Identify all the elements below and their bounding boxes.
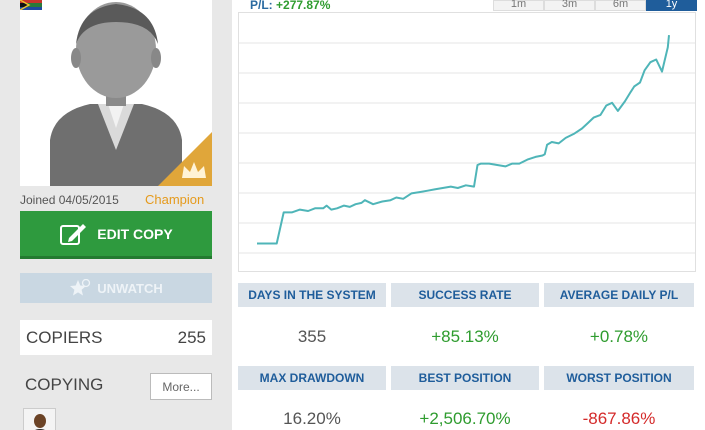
unwatch-button[interactable]: UNWATCH bbox=[20, 273, 212, 303]
best-position-value: +2,506.70% bbox=[419, 409, 511, 428]
performance-chart bbox=[238, 12, 696, 272]
avatar bbox=[20, 0, 212, 186]
copiers-count: 255 bbox=[177, 327, 206, 347]
copiers-row: COPIERS 255 bbox=[20, 320, 212, 355]
days-value: 355 bbox=[297, 327, 327, 346]
profile-sidebar: Joined 04/05/2015 Champion EDIT COPY UNW… bbox=[0, 0, 232, 430]
edit-copy-label: EDIT COPY bbox=[97, 225, 173, 242]
performance-chart-svg bbox=[239, 35, 695, 254]
range-tab-1y[interactable]: 1y bbox=[646, 0, 697, 11]
pl-value: +277.87% bbox=[276, 0, 331, 12]
worst-position-value: -867.86% bbox=[582, 409, 656, 428]
person-avatar-icon bbox=[24, 409, 55, 430]
south-africa-flag-icon bbox=[20, 0, 42, 10]
unwatch-label: UNWATCH bbox=[97, 280, 163, 296]
star-remove-icon bbox=[70, 279, 91, 296]
max-drawdown-value: 16.20% bbox=[283, 409, 341, 428]
edit-copy-button[interactable]: EDIT COPY bbox=[20, 211, 212, 259]
worst-position-header: WORST POSITION bbox=[544, 366, 694, 390]
copiers-label: COPIERS bbox=[26, 327, 103, 347]
pl-label: P/L: bbox=[250, 0, 273, 12]
best-position-header: BEST POSITION bbox=[391, 366, 539, 390]
joined-date: Joined 04/05/2015 bbox=[20, 193, 119, 207]
pl-series-line bbox=[257, 35, 670, 245]
range-tabs: 1m 3m 6m 1y bbox=[493, 0, 697, 11]
range-tab-6m[interactable]: 6m bbox=[595, 0, 646, 11]
range-tab-3m[interactable]: 3m bbox=[544, 0, 595, 11]
success-rate-value: +85.13% bbox=[431, 327, 499, 346]
pl-summary: P/L: +277.87% bbox=[250, 0, 330, 12]
range-tab-1m[interactable]: 1m bbox=[493, 0, 544, 11]
more-button[interactable]: More... bbox=[150, 373, 212, 400]
crown-icon bbox=[158, 132, 212, 186]
max-drawdown-header: MAX DRAWDOWN bbox=[238, 366, 386, 390]
edit-icon bbox=[60, 223, 87, 245]
copying-label: COPYING bbox=[25, 375, 104, 394]
success-rate-header: SUCCESS RATE bbox=[391, 283, 539, 307]
avg-daily-pl-value: +0.78% bbox=[589, 327, 649, 346]
avg-daily-pl-header: AVERAGE DAILY P/L bbox=[544, 283, 694, 307]
copied-user-avatar[interactable] bbox=[23, 408, 56, 430]
days-header: DAYS IN THE SYSTEM bbox=[238, 283, 386, 307]
rank-label: Champion bbox=[145, 192, 205, 207]
